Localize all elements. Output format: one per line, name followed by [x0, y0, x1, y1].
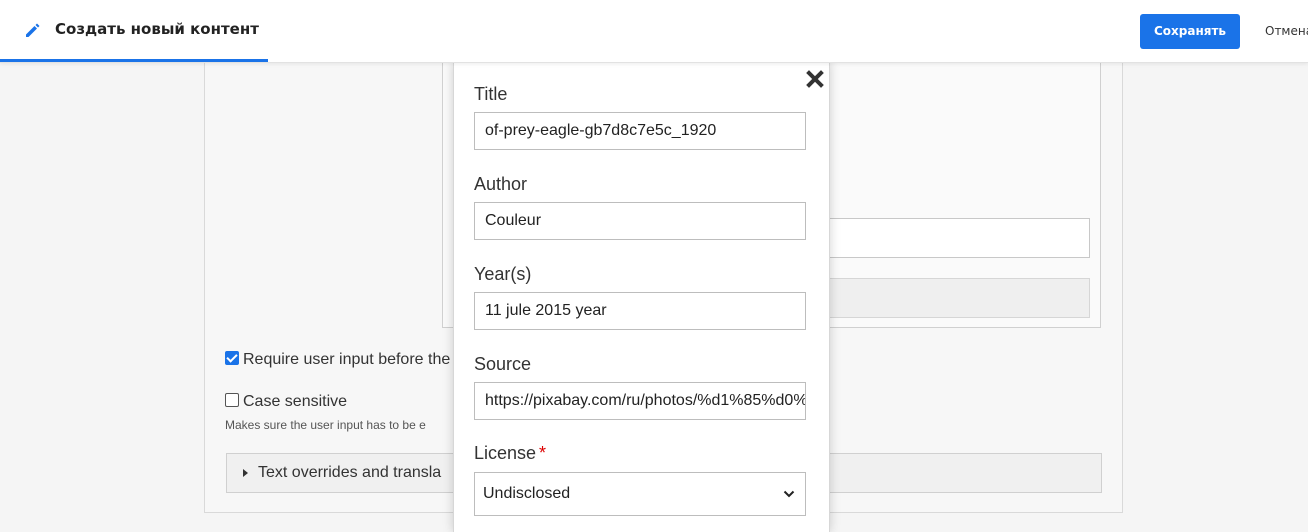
caret-right-icon: [243, 469, 248, 477]
save-button[interactable]: Сохранять: [1140, 14, 1240, 49]
require-input-checkbox[interactable]: [225, 351, 239, 365]
license-selected-value: Undisclosed: [483, 485, 571, 502]
author-input[interactable]: Couleur: [474, 202, 806, 240]
case-sensitive-label: Case sensitive: [243, 393, 348, 410]
license-select[interactable]: Undisclosed: [474, 472, 806, 516]
author-label: Author: [474, 174, 528, 194]
text-overrides-label: Text overrides and transla: [258, 464, 442, 481]
require-input-label: Require user input before the: [243, 351, 451, 368]
active-tab-indicator: [0, 59, 268, 62]
source-label: Source: [474, 354, 532, 374]
require-input-row[interactable]: Require user input before the: [225, 351, 450, 369]
title-input[interactable]: of-prey-eagle-gb7d8c7e5c_1920: [474, 112, 806, 150]
pencil-icon: [26, 23, 40, 37]
required-marker: *: [539, 443, 547, 463]
title-label: Title: [474, 84, 508, 104]
background-input-disabled: [824, 278, 1090, 318]
top-bar: Создать новый контент Сохранять Отмена: [0, 0, 1308, 63]
case-sensitive-help: Makes sure the user input has to be e: [225, 418, 426, 432]
page-title: Создать новый контент: [55, 20, 259, 38]
years-label: Year(s): [474, 264, 532, 284]
license-label-row: License *: [474, 443, 546, 464]
close-icon[interactable]: [805, 69, 825, 89]
cancel-link[interactable]: Отмена: [1265, 24, 1308, 38]
case-sensitive-checkbox[interactable]: [225, 393, 239, 407]
metadata-dialog: Title of-prey-eagle-gb7d8c7e5c_1920 Auth…: [453, 62, 830, 532]
case-sensitive-row[interactable]: Case sensitive: [225, 393, 347, 411]
years-input[interactable]: 11 jule 2015 year: [474, 292, 806, 330]
background-input[interactable]: [824, 218, 1090, 258]
source-input[interactable]: https://pixabay.com/ru/photos/%d1%85%d0%…: [474, 382, 806, 420]
chevron-down-icon: [783, 490, 795, 498]
license-label: License: [474, 443, 537, 463]
